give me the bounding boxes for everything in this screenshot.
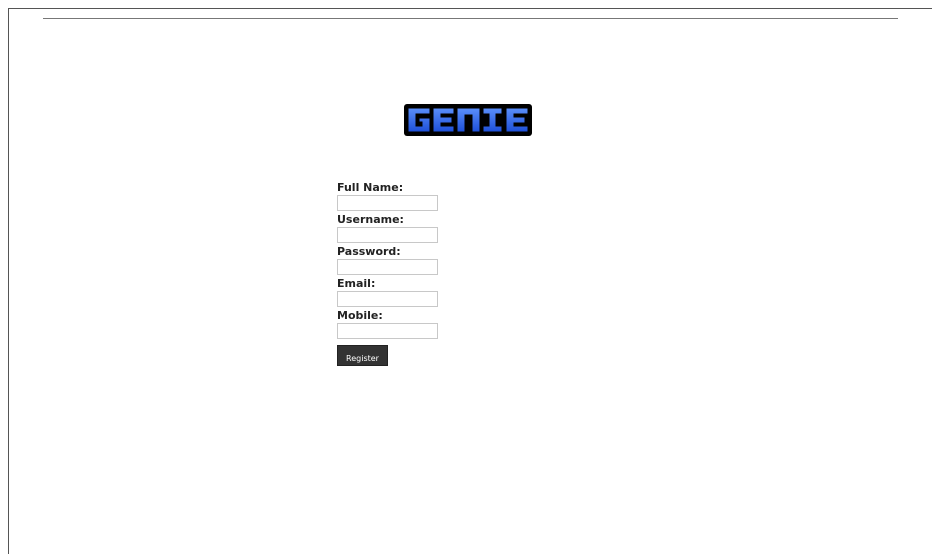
full-name-input[interactable] [337, 195, 438, 211]
password-field: Password: [337, 245, 487, 275]
genie-logo [404, 104, 532, 136]
mobile-field: Mobile: [337, 309, 487, 339]
full-name-label: Full Name: [337, 181, 404, 194]
mobile-input[interactable] [337, 323, 438, 339]
email-label: Email: [337, 277, 376, 290]
email-field: Email: [337, 277, 487, 307]
mobile-label: Mobile: [337, 309, 383, 322]
username-label: Username: [337, 213, 404, 226]
email-input[interactable] [337, 291, 438, 307]
username-field: Username: [337, 213, 487, 243]
register-button[interactable]: Register [337, 345, 388, 366]
registration-form: Full Name: Username: Password: Email: Mo… [337, 181, 487, 366]
top-divider [43, 18, 898, 19]
username-input[interactable] [337, 227, 438, 243]
full-name-field: Full Name: [337, 181, 487, 211]
password-label: Password: [337, 245, 401, 258]
password-input[interactable] [337, 259, 438, 275]
